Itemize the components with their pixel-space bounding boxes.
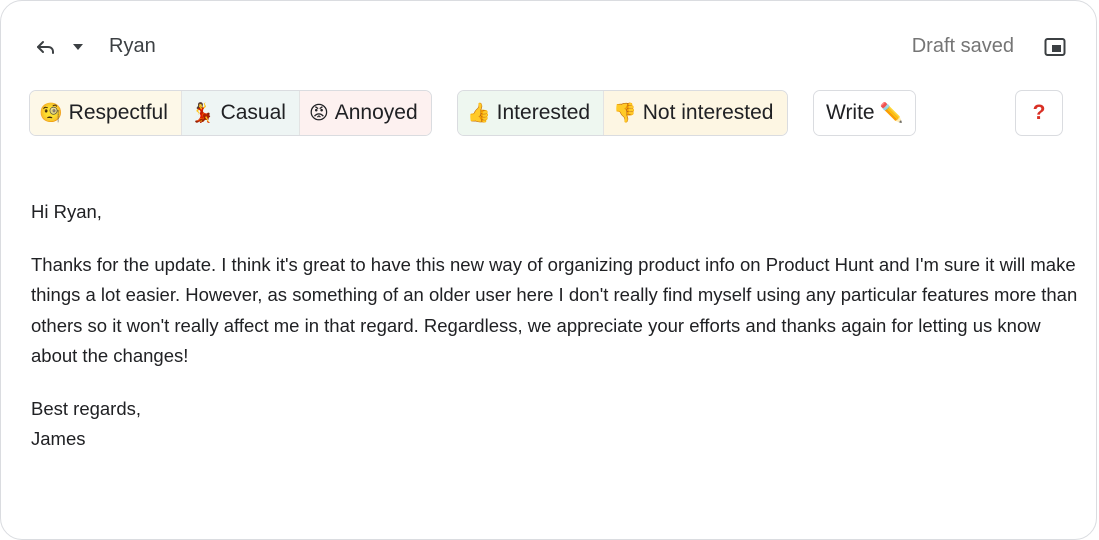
- chevron-down-icon[interactable]: [71, 41, 85, 53]
- casual-chip[interactable]: 💃 Casual: [180, 91, 299, 135]
- recipient-name[interactable]: Ryan: [109, 35, 156, 58]
- interested-chip[interactable]: 👍 Interested: [458, 91, 604, 135]
- write-chip-group: Write ✏️: [813, 90, 917, 136]
- not-interested-label: Not interested: [642, 101, 774, 124]
- email-paragraph: Thanks for the update. I think it's grea…: [31, 253, 1078, 367]
- thumbs-up-icon: 👍: [467, 102, 491, 124]
- email-closing: Best regards,: [31, 397, 142, 419]
- help-button[interactable]: ?: [1015, 90, 1063, 136]
- interested-label: Interested: [496, 101, 591, 124]
- dancer-icon: 💃: [190, 102, 215, 124]
- casual-label: Casual: [220, 101, 286, 124]
- tone-chip-group: 🧐 Respectful 💃 Casual 😡 Annoyed: [29, 90, 432, 136]
- respectful-label: Respectful: [68, 101, 168, 124]
- compose-header: Ryan Draft saved: [31, 31, 1066, 63]
- respectful-chip[interactable]: 🧐 Respectful: [30, 91, 181, 135]
- not-interested-chip[interactable]: 👎 Not interested: [603, 91, 787, 135]
- email-body[interactable]: Hi Ryan, Thanks for the update. I think …: [31, 197, 1081, 455]
- suggestion-chip-row: 🧐 Respectful 💃 Casual 😡 Annoyed 👍 Intere…: [29, 90, 1069, 138]
- write-label: Write: [826, 101, 875, 124]
- write-chip[interactable]: Write ✏️: [814, 91, 916, 135]
- reply-chip-group: 👍 Interested 👎 Not interested: [457, 90, 788, 136]
- email-signature: James: [31, 428, 86, 449]
- pencil-icon: ✏️: [879, 102, 904, 124]
- draft-status: Draft saved: [911, 35, 1014, 57]
- reply-icon[interactable]: [33, 35, 57, 59]
- annoyed-label: Annoyed: [334, 101, 418, 124]
- question-mark-icon: ?: [1032, 101, 1046, 124]
- popout-icon[interactable]: [1044, 37, 1066, 57]
- thumbs-down-icon: 👎: [613, 102, 637, 124]
- annoyed-chip[interactable]: 😡 Annoyed: [298, 91, 431, 135]
- monocle-face-icon: 🧐: [39, 102, 63, 124]
- compose-card: Ryan Draft saved 🧐 Respectful 💃 Casual 😡…: [0, 0, 1097, 540]
- angry-face-icon: 😡: [308, 102, 329, 124]
- email-greeting: Hi Ryan,: [31, 201, 102, 222]
